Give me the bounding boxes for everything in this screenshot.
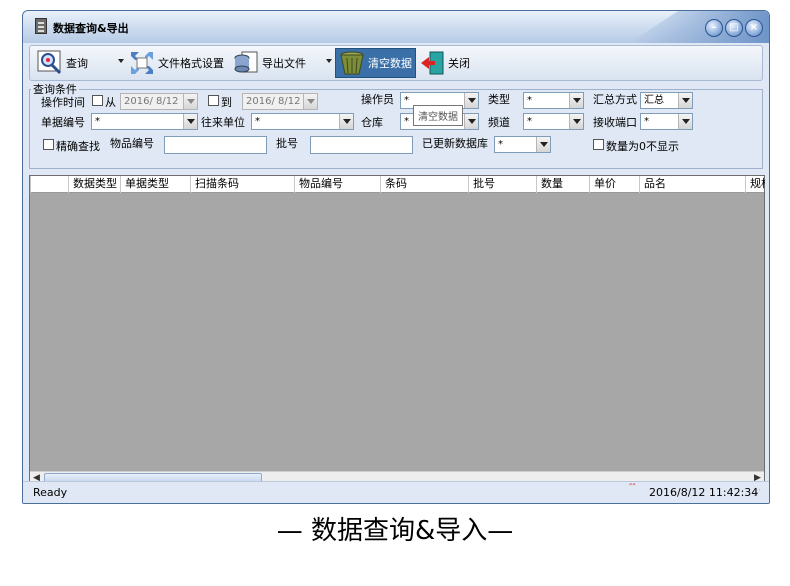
status-datetime: 2016/8/12 11:42:34	[649, 486, 759, 499]
column-header[interactable]: 批号	[468, 176, 536, 193]
chevron-down-icon	[183, 114, 197, 129]
type-label: 类型	[488, 93, 510, 106]
summary-label: 汇总方式	[593, 93, 637, 106]
hide-zero-checkbox[interactable]	[593, 139, 604, 150]
updated-db-select[interactable]: *	[494, 136, 551, 153]
from-checkbox[interactable]	[92, 95, 103, 106]
updated-db-value: *	[498, 139, 503, 150]
close-label: 关闭	[448, 57, 470, 70]
operator-label: 操作员	[361, 93, 394, 106]
from-label: 从	[105, 96, 116, 109]
partner-label: 往来单位	[201, 116, 245, 129]
data-grid[interactable]: 数据类型 单据类型 扫描条码 物品编号 条码 批号 数量 单价 品名 规格 ◀ …	[29, 175, 765, 485]
query-button[interactable]: 查询	[34, 48, 91, 78]
to-date-picker[interactable]: 2016/ 8/12	[242, 93, 318, 110]
export-label: 导出文件	[262, 57, 306, 70]
type-select[interactable]: *	[523, 92, 584, 109]
column-header[interactable]: 单据类型	[120, 176, 190, 193]
port-select[interactable]: *	[640, 113, 693, 130]
channel-value: *	[527, 116, 532, 127]
maximize-button[interactable]: □	[725, 19, 743, 37]
row-header-cell	[30, 176, 68, 193]
close-window-button[interactable]: ×	[745, 19, 763, 37]
chevron-down-icon	[569, 114, 583, 129]
toolbar: 查询 文件格式设置 导出文件 清空数据 关闭	[29, 45, 763, 81]
from-date-picker[interactable]: 2016/ 8/12	[120, 93, 198, 110]
column-header[interactable]: 品名	[639, 176, 745, 193]
item-no-input[interactable]	[164, 136, 267, 154]
app-window: 数据查询&导出 – □ × 查询 文件格式设置 导出文件 清空数据 关闭 查询条…	[22, 10, 770, 504]
chevron-down-icon	[339, 114, 353, 129]
column-header[interactable]: 单价	[589, 176, 639, 193]
partner-select[interactable]: *	[251, 113, 354, 130]
chevron-down-icon	[569, 93, 583, 108]
batch-label: 批号	[276, 137, 298, 150]
operator-value: *	[404, 95, 409, 106]
chevron-down-icon	[303, 94, 317, 109]
title-bar[interactable]: 数据查询&导出 – □ ×	[23, 11, 769, 43]
chevron-down-icon	[464, 93, 478, 108]
column-header[interactable]: 规格	[745, 176, 765, 193]
channel-label: 频道	[488, 116, 510, 129]
export-dropdown-icon[interactable]	[326, 59, 332, 63]
file-format-button[interactable]: 文件格式设置	[126, 48, 227, 78]
exact-search-label: 精确查找	[56, 140, 100, 153]
chevron-down-icon	[536, 137, 550, 152]
doc-no-value: *	[95, 116, 100, 127]
window-title: 数据查询&导出	[53, 22, 129, 35]
grid-header: 数据类型 单据类型 扫描条码 物品编号 条码 批号 数量 单价 品名 规格	[30, 176, 765, 193]
hide-zero-label: 数量为0不显示	[606, 140, 679, 153]
warehouse-label: 仓库	[361, 116, 383, 129]
port-value: *	[644, 116, 649, 127]
exit-door-icon	[419, 50, 445, 76]
clear-data-label: 清空数据	[368, 57, 412, 70]
page-caption: — 数据查询&导入—	[276, 516, 514, 546]
export-button[interactable]: 导出文件	[230, 48, 309, 78]
type-value: *	[527, 95, 532, 106]
column-header[interactable]: 数量	[536, 176, 589, 193]
partner-value: *	[255, 116, 260, 127]
trash-bin-icon	[339, 50, 365, 76]
arrows-icon	[129, 50, 155, 76]
status-indicator-icon: ″″	[629, 483, 636, 493]
chevron-down-icon	[678, 93, 692, 108]
from-date-value: 2016/ 8/12	[124, 96, 179, 107]
warehouse-value: *	[404, 116, 409, 127]
column-header[interactable]: 扫描条码	[190, 176, 294, 193]
to-checkbox[interactable]	[208, 95, 219, 106]
close-button[interactable]: 关闭	[416, 48, 473, 78]
query-dropdown-icon[interactable]	[118, 59, 124, 63]
port-label: 接收端口	[593, 116, 637, 129]
chevron-down-icon	[678, 114, 692, 129]
summary-select[interactable]: 汇总	[640, 92, 693, 109]
minimize-button[interactable]: –	[705, 19, 723, 37]
query-label: 查询	[66, 57, 88, 70]
status-text: Ready	[33, 486, 68, 499]
channel-select[interactable]: *	[523, 113, 584, 130]
magnifier-icon	[37, 50, 63, 76]
status-bar: Ready ″″ 2016/8/12 11:42:34 ⋰	[23, 481, 769, 503]
to-label: 到	[221, 96, 232, 109]
tooltip: 清空数据	[413, 105, 463, 126]
file-format-label: 文件格式设置	[158, 57, 224, 70]
database-export-icon	[233, 50, 259, 76]
resize-grip-icon[interactable]: ⋰	[753, 488, 761, 497]
chevron-down-icon	[464, 114, 478, 129]
column-header[interactable]: 条码	[380, 176, 468, 193]
to-date-value: 2016/ 8/12	[246, 96, 301, 107]
doc-no-select[interactable]: *	[91, 113, 198, 130]
op-time-label: 操作时间	[41, 96, 85, 109]
summary-value: 汇总	[644, 95, 664, 106]
updated-db-label: 已更新数据库	[422, 137, 488, 150]
clear-data-button[interactable]: 清空数据	[335, 48, 416, 78]
column-header[interactable]: 物品编号	[294, 176, 380, 193]
app-icon	[35, 18, 47, 34]
doc-no-label: 单据编号	[41, 116, 85, 129]
batch-input[interactable]	[310, 136, 413, 154]
chevron-down-icon	[183, 94, 197, 109]
column-header[interactable]: 数据类型	[68, 176, 120, 193]
exact-search-checkbox[interactable]	[43, 139, 54, 150]
item-no-label: 物品编号	[110, 137, 154, 150]
